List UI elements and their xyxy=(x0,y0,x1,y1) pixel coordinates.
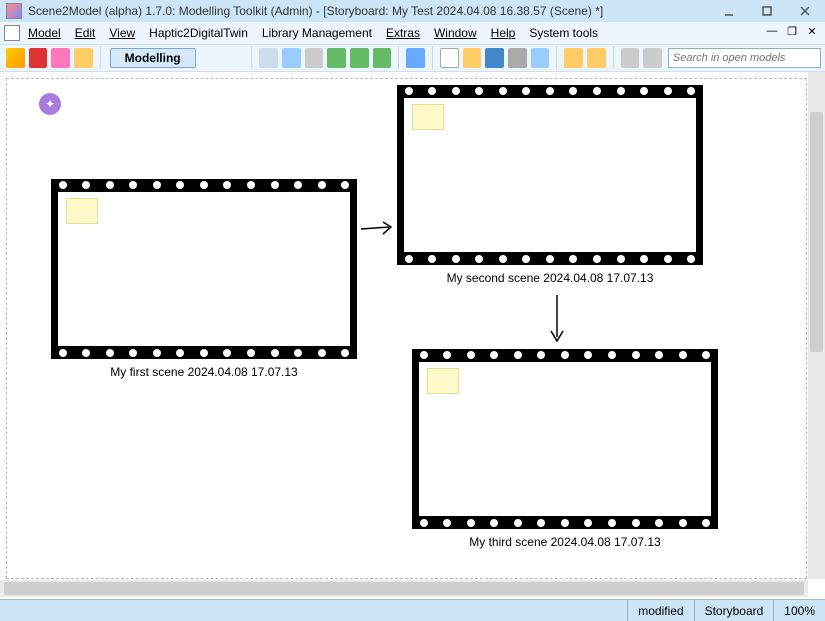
open-button[interactable] xyxy=(463,48,482,68)
home-button[interactable] xyxy=(259,48,278,68)
menu-edit[interactable]: Edit xyxy=(75,26,96,40)
folder-button[interactable] xyxy=(74,48,93,68)
film-frame xyxy=(51,179,357,359)
puzzle-button[interactable] xyxy=(51,48,70,68)
edit-tool-button[interactable] xyxy=(6,48,25,68)
sticky-note-icon xyxy=(66,198,98,224)
redo-button[interactable] xyxy=(587,48,606,68)
separator xyxy=(432,47,433,69)
navigate-button[interactable] xyxy=(406,48,425,68)
mdi-close-button[interactable]: ✕ xyxy=(805,24,819,38)
close-button[interactable] xyxy=(795,2,815,20)
canvas-area: ✦ My first scene 2024.04.08 17.07.13 My xyxy=(0,72,825,597)
frame-inner xyxy=(57,191,351,347)
mdi-minimize-button[interactable]: — xyxy=(765,24,779,38)
minimize-button[interactable] xyxy=(719,2,739,20)
save-all-button[interactable] xyxy=(531,48,550,68)
toolbar: Modelling xyxy=(0,44,825,72)
app-icon xyxy=(6,3,22,19)
scene-caption: My third scene 2024.04.08 17.07.13 xyxy=(412,535,718,549)
status-modified: modified xyxy=(627,600,693,621)
frame-inner xyxy=(403,97,697,253)
maximize-button[interactable] xyxy=(757,2,777,20)
mdi-restore-button[interactable]: ❐ xyxy=(785,24,799,38)
separator xyxy=(556,47,557,69)
document-icon xyxy=(4,25,20,41)
connector-arrow[interactable] xyxy=(547,293,567,347)
menubar: Model Edit View Haptic2DigitalTwin Libra… xyxy=(0,22,825,44)
globe-back-button[interactable] xyxy=(327,48,346,68)
scene-node-third[interactable]: My third scene 2024.04.08 17.07.13 xyxy=(412,349,718,549)
menu-extras[interactable]: Extras xyxy=(386,26,420,40)
back-button[interactable] xyxy=(305,48,324,68)
model-red-button[interactable] xyxy=(29,48,48,68)
globe-refresh-button[interactable] xyxy=(373,48,392,68)
scene-caption: My second scene 2024.04.08 17.07.13 xyxy=(397,271,703,285)
sticky-note-icon xyxy=(427,368,459,394)
titlebar: Scene2Model (alpha) 1.7.0: Modelling Too… xyxy=(0,0,825,22)
separator xyxy=(398,47,399,69)
menu-model[interactable]: Model xyxy=(28,26,61,40)
scene-caption: My first scene 2024.04.08 17.07.13 xyxy=(51,365,357,379)
menu-library[interactable]: Library Management xyxy=(262,26,372,40)
binoculars-button[interactable] xyxy=(621,48,640,68)
menu-system-tools[interactable]: System tools xyxy=(529,26,598,40)
vertical-scrollbar[interactable] xyxy=(808,72,825,579)
scene-node-first[interactable]: My first scene 2024.04.08 17.07.13 xyxy=(51,179,357,379)
separator xyxy=(100,47,101,69)
connector-arrow[interactable] xyxy=(359,219,399,239)
search-input[interactable] xyxy=(668,48,821,68)
statusbar: modified Storyboard 100% xyxy=(0,599,825,621)
mode-label[interactable]: Modelling xyxy=(110,48,196,68)
film-frame xyxy=(397,85,703,265)
status-zoom[interactable]: 100% xyxy=(773,600,825,621)
globe-forward-button[interactable] xyxy=(350,48,369,68)
film-frame xyxy=(412,349,718,529)
undo-button[interactable] xyxy=(564,48,583,68)
status-model-type: Storyboard xyxy=(694,600,774,621)
sticky-note-icon xyxy=(412,104,444,130)
database-button[interactable] xyxy=(282,48,301,68)
menu-help[interactable]: Help xyxy=(491,26,516,40)
new-button[interactable] xyxy=(440,48,459,68)
menu-window[interactable]: Window xyxy=(434,26,477,40)
menu-haptic[interactable]: Haptic2DigitalTwin xyxy=(149,26,248,40)
print-button[interactable] xyxy=(508,48,527,68)
horizontal-scrollbar[interactable] xyxy=(0,580,808,597)
separator xyxy=(613,47,614,69)
binoculars-list-button[interactable] xyxy=(643,48,662,68)
scene-node-second[interactable]: My second scene 2024.04.08 17.07.13 xyxy=(397,85,703,285)
frame-inner xyxy=(418,361,712,517)
menu-view[interactable]: View xyxy=(109,26,135,40)
separator xyxy=(251,47,252,69)
storyboard-icon[interactable]: ✦ xyxy=(39,93,61,115)
save-button[interactable] xyxy=(485,48,504,68)
window-title: Scene2Model (alpha) 1.7.0: Modelling Too… xyxy=(28,4,719,18)
canvas[interactable]: ✦ My first scene 2024.04.08 17.07.13 My xyxy=(6,78,807,579)
